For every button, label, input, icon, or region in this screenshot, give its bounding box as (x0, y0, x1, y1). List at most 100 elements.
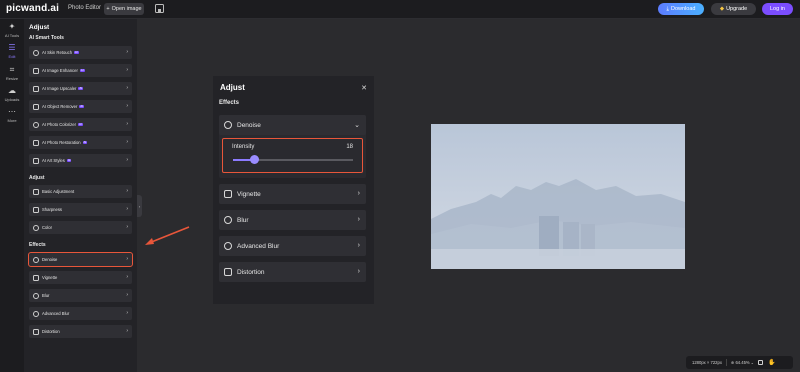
rail-label: Edit (8, 54, 16, 59)
effects-heading: Effects (219, 100, 240, 106)
ai-image-upscaler-item[interactable]: AI Image Upscaler AI › (29, 82, 132, 95)
ai-badge: AI (82, 139, 88, 145)
vignette-row[interactable]: Vignette › (219, 184, 366, 204)
zoom-control[interactable]: ⊕ 64.45% ⌄ (731, 360, 754, 365)
collapse-panel-toggle[interactable]: ‹ (137, 195, 142, 217)
item-label: AI Skin Retouch (42, 50, 73, 55)
save-icon[interactable] (155, 4, 164, 13)
denoise-header[interactable]: Denoise ⌄ (219, 115, 366, 135)
adjust-icon (33, 188, 39, 195)
sharpness-icon (33, 206, 39, 213)
crop-icon: ⌗ (9, 65, 15, 74)
art-icon (33, 157, 39, 164)
vignette-icon (33, 274, 39, 281)
close-icon[interactable]: ✕ (361, 84, 367, 92)
ai-art-styles-item[interactable]: AI Art Styles AI › (29, 154, 132, 167)
denoise-icon (33, 256, 39, 263)
ai-object-remover-item[interactable]: AI Object Remover AI › (29, 100, 132, 113)
chevron-right-icon: › (126, 188, 128, 194)
ai-photo-restoration-item[interactable]: AI Photo Restoration AI › (29, 136, 132, 149)
item-label: AI Image Enhancer (42, 68, 78, 73)
color-item[interactable]: Color › (29, 221, 132, 234)
chevron-right-icon: › (357, 216, 360, 223)
ai-badge: AI (79, 67, 85, 73)
logo[interactable]: picwand.ai (6, 3, 59, 14)
intensity-label: Intensity (232, 144, 255, 150)
upgrade-label: Upgrade (726, 6, 748, 12)
ai-badge: AI (66, 157, 72, 163)
advanced-blur-icon (33, 310, 39, 317)
blur-icon (224, 216, 232, 224)
rail-item-ai-tools[interactable]: ✦ AI Tools (0, 23, 24, 43)
chevron-right-icon: › (126, 157, 128, 163)
chevron-right-icon: › (126, 274, 128, 280)
adjust-panel-title: Adjust (220, 83, 245, 92)
item-label: Vignette (42, 275, 58, 280)
rail-item-more[interactable]: ⋯ More (0, 108, 24, 128)
open-image-button[interactable]: + Open image (104, 3, 144, 15)
vignette-item[interactable]: Vignette › (29, 271, 132, 284)
ai-skin-retouch-item[interactable]: AI Skin Retouch AI › (29, 46, 132, 59)
rail-label: AI Tools (4, 33, 20, 38)
download-icon: ⤓ (666, 5, 669, 12)
item-label: AI Image Upscaler (42, 86, 77, 91)
intensity-control: Intensity 18 (222, 138, 363, 173)
item-label: AI Photo Restoration (42, 140, 81, 145)
ai-photo-colorizer-item[interactable]: AI Photo Colorizer AI › (29, 118, 132, 131)
chevron-right-icon: › (126, 328, 128, 334)
rail-item-resize[interactable]: ⌗ Resize (0, 66, 24, 86)
blur-item[interactable]: Blur › (29, 289, 132, 302)
login-button[interactable]: Log in (762, 3, 793, 15)
ai-badge: AI (77, 121, 83, 127)
image-dimensions: 1280px × 722px (692, 360, 722, 365)
photo-editor-link[interactable]: Photo Editor (68, 5, 101, 11)
rail-item-edit[interactable]: ☰ Edit (0, 44, 24, 64)
color-icon (33, 224, 39, 231)
sharpness-item[interactable]: Sharpness › (29, 203, 132, 216)
ai-badge: AI (74, 49, 79, 55)
divider (725, 359, 727, 366)
zoom-value: 64.45% (735, 360, 750, 365)
chevron-right-icon: › (126, 292, 128, 298)
distortion-row[interactable]: Distortion › (219, 262, 366, 282)
rail-item-uploads[interactable]: ☁ Uploads (0, 87, 24, 107)
ai-image-enhancer-item[interactable]: AI Image Enhancer AI › (29, 64, 132, 77)
palette-icon (33, 121, 39, 128)
upgrade-button[interactable]: ◆ Upgrade (711, 3, 756, 15)
chevron-right-icon: › (357, 190, 360, 197)
chevron-right-icon: › (357, 242, 360, 249)
adjust-side-panel: Adjust AI Smart Tools AI Skin Retouch AI… (24, 19, 137, 372)
item-label: Blur (42, 293, 50, 298)
blur-row[interactable]: Blur › (219, 210, 366, 230)
rail-label: Resize (5, 76, 19, 81)
chevron-right-icon: › (126, 103, 128, 109)
advanced-blur-row[interactable]: Advanced Blur › (219, 236, 366, 256)
canvas-image[interactable] (431, 124, 685, 269)
open-image-label: Open image (111, 6, 142, 12)
distortion-icon (224, 268, 232, 276)
basic-adjustment-item[interactable]: Basic Adjustment › (29, 185, 132, 198)
denoise-item[interactable]: Denoise › (28, 252, 133, 267)
advanced-blur-label: Advanced Blur (237, 242, 280, 250)
download-button[interactable]: ⤓ Download (658, 3, 704, 15)
rail-label: Uploads (4, 97, 20, 102)
hand-icon[interactable]: ✋ (768, 359, 775, 366)
plus-icon: + (106, 6, 110, 12)
distortion-item[interactable]: Distortion › (29, 325, 132, 338)
blur-label: Blur (237, 216, 249, 224)
face-icon (33, 49, 39, 56)
side-panel-title: Adjust (29, 24, 50, 31)
chevron-right-icon: › (126, 224, 128, 230)
sparkle-icon: ✦ (8, 22, 16, 31)
item-label: Distortion (42, 329, 60, 334)
fit-screen-icon[interactable] (758, 360, 764, 365)
chevron-down-icon: ⌄ (750, 360, 755, 365)
intensity-slider-thumb[interactable] (250, 155, 260, 164)
item-label: AI Photo Colorizer (42, 122, 76, 127)
item-label: AI Art Styles (42, 158, 65, 163)
chevron-right-icon: › (126, 139, 128, 145)
effects-heading: Effects (29, 242, 46, 248)
denoise-expanded: Denoise ⌄ Intensity 18 (219, 115, 366, 178)
advanced-blur-item[interactable]: Advanced Blur › (29, 307, 132, 320)
vignette-icon (224, 190, 232, 198)
